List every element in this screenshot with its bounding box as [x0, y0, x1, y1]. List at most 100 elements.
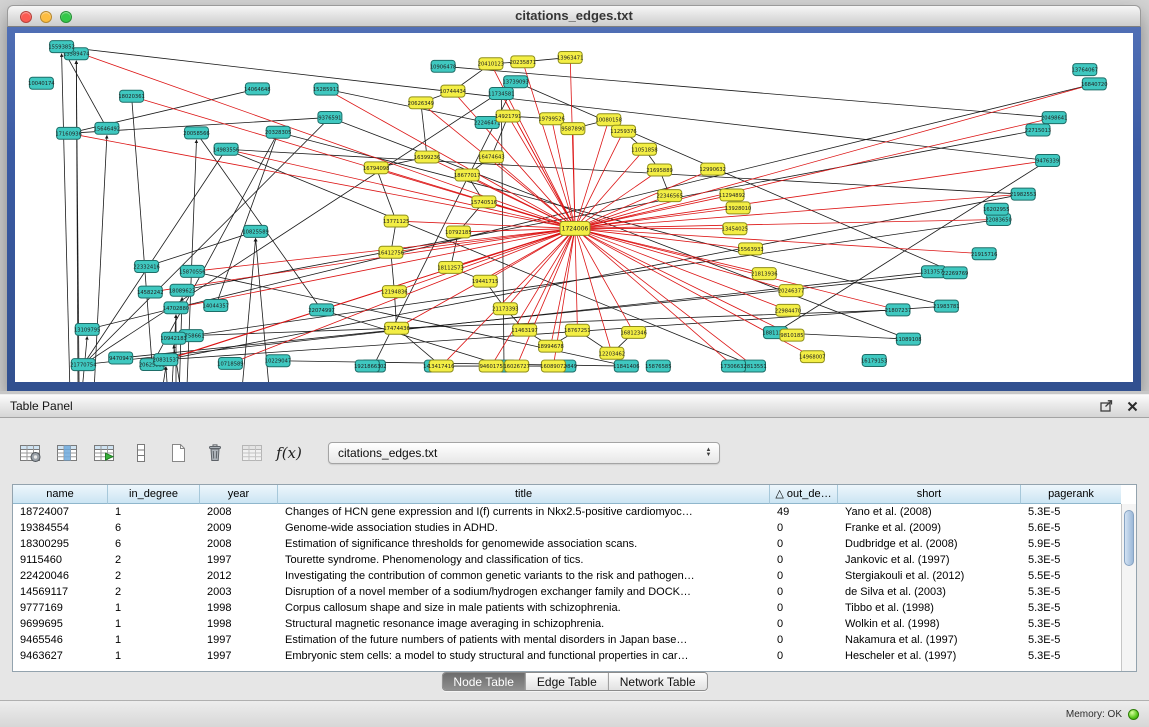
table-cell[interactable]: Structural magnetic resonance image aver… [278, 616, 770, 632]
network-node[interactable]: 15563933 [737, 243, 763, 255]
table-cell[interactable]: 5.3E-5 [1021, 632, 1121, 648]
network-node[interactable]: 13963471 [557, 51, 583, 63]
network-node[interactable]: 16399236 [414, 151, 440, 163]
network-node[interactable]: 12194836 [381, 286, 407, 298]
network-node[interactable]: 22346565 [656, 190, 682, 202]
network-node[interactable]: 18112573 [437, 261, 463, 273]
column-settings-icon[interactable] [16, 440, 44, 466]
table-cell[interactable]: de Silva et al. (2003) [838, 584, 1021, 600]
network-node[interactable]: 10942183 [160, 332, 186, 344]
table-cell[interactable]: 0 [770, 632, 838, 648]
table-selector-dropdown[interactable]: citations_edges.txt ▲▼ [328, 442, 720, 464]
table-cell[interactable]: 9115460 [13, 552, 108, 568]
column-header-pagerank[interactable]: pagerank [1021, 485, 1121, 504]
table-cell[interactable]: 9465546 [13, 632, 108, 648]
network-node[interactable]: 15870556 [179, 265, 205, 277]
network-node[interactable]: 16794098 [363, 162, 389, 174]
table-cell[interactable]: 1997 [200, 632, 278, 648]
table-cell[interactable]: 1 [108, 504, 200, 520]
tab-network-table[interactable]: Network Table [608, 673, 707, 690]
network-node[interactable]: 13928010 [725, 202, 751, 214]
table-cell[interactable]: 0 [770, 600, 838, 616]
table-cell[interactable]: Hescheler et al. (1997) [838, 648, 1021, 664]
minimize-window-icon[interactable] [40, 11, 52, 23]
network-node[interactable]: 10718589 [217, 357, 243, 369]
table-cell[interactable]: 5.3E-5 [1021, 552, 1121, 568]
new-column-icon[interactable] [164, 440, 192, 466]
table-cell[interactable]: 9777169 [13, 600, 108, 616]
table-cell[interactable]: 1998 [200, 600, 278, 616]
network-node[interactable]: 21695889 [646, 164, 672, 176]
table-cell[interactable]: 49 [770, 504, 838, 520]
table-row[interactable]: 969969511998Structural magnetic resonanc… [13, 616, 1121, 632]
column-header-title[interactable]: title [278, 485, 770, 504]
network-node[interactable]: 22332416 [133, 261, 159, 273]
network-node[interactable]: 10825589 [242, 225, 268, 237]
table-cell[interactable]: Disruption of a novel member of a sodium… [278, 584, 770, 600]
network-node[interactable]: 20058566 [183, 127, 209, 139]
network-node[interactable]: 11259376 [610, 125, 636, 137]
network-node[interactable]: 14064648 [244, 83, 270, 95]
network-node[interactable]: 15593852 [48, 41, 74, 53]
network-node[interactable]: 19799526 [538, 113, 564, 125]
table-row[interactable]: 1456911722003Disruption of a novel membe… [13, 584, 1121, 600]
network-node[interactable]: 12203462 [599, 347, 625, 359]
network-node[interactable]: 17160936 [55, 127, 81, 139]
network-node[interactable]: 11294892 [719, 189, 745, 201]
network-node[interactable]: 20235871 [510, 56, 536, 68]
network-node[interactable]: 11463197 [511, 324, 537, 336]
network-node[interactable]: 22984470 [775, 304, 801, 316]
network-node[interactable]: 11841406 [613, 360, 639, 372]
network-node[interactable]: 13739093 [502, 76, 528, 88]
column-header-out_de[interactable]: △ out_de… [770, 485, 838, 504]
network-node[interactable]: 14702880 [163, 302, 189, 314]
table-row[interactable]: 1938455462009Genome-wide association stu… [13, 520, 1121, 536]
network-node[interactable]: 18089623 [169, 284, 195, 296]
table-cell[interactable]: 5.3E-5 [1021, 584, 1121, 600]
table-cell[interactable]: 0 [770, 536, 838, 552]
float-panel-icon[interactable] [1099, 399, 1113, 413]
table-cell[interactable]: 5.5E-5 [1021, 568, 1121, 584]
network-node[interactable]: 13771125 [383, 215, 409, 227]
table-cell[interactable]: 0 [770, 616, 838, 632]
network-node[interactable]: 9470947 [109, 352, 133, 364]
network-node[interactable]: 12990632 [699, 163, 725, 175]
network-node[interactable]: 9376591 [318, 111, 342, 123]
network-node[interactable]: 13764067 [1072, 64, 1098, 76]
network-node[interactable]: 16179153 [861, 354, 887, 366]
table-cell[interactable]: 5.9E-5 [1021, 536, 1121, 552]
table-cell[interactable]: 5.3E-5 [1021, 616, 1121, 632]
close-window-icon[interactable] [20, 11, 32, 23]
table-cell[interactable]: 5.3E-5 [1021, 504, 1121, 520]
network-node[interactable]: 16812346 [620, 326, 646, 338]
table-cell[interactable]: 5.6E-5 [1021, 520, 1121, 536]
table-cell[interactable]: Dudbridge et al. (2008) [838, 536, 1021, 552]
table-cell[interactable]: 1997 [200, 648, 278, 664]
network-node[interactable]: 13454025 [722, 223, 748, 235]
network-node[interactable]: 21915716 [971, 248, 997, 260]
network-node[interactable]: 15876585 [645, 360, 671, 372]
network-node[interactable]: 19441715 [472, 275, 498, 287]
network-node[interactable]: 17306632 [720, 360, 746, 372]
network-node[interactable]: 9460175 [479, 360, 503, 372]
network-node[interactable]: 11089108 [895, 333, 921, 345]
select-columns-icon[interactable] [53, 440, 81, 466]
table-cell[interactable]: Estimation of the future numbers of pati… [278, 632, 770, 648]
network-node[interactable]: 18994678 [537, 340, 563, 352]
table-cell[interactable]: Embryonic stem cells: a model to study s… [278, 648, 770, 664]
function-builder-icon[interactable]: f(x) [275, 440, 303, 466]
network-node[interactable]: 9476339 [1036, 155, 1060, 167]
table-cell[interactable]: Stergiakouli et al. (2012) [838, 568, 1021, 584]
table-row[interactable]: 1830029562008Estimation of significance … [13, 536, 1121, 552]
table-cell[interactable]: 2008 [200, 504, 278, 520]
table-cell[interactable]: 19384554 [13, 520, 108, 536]
network-canvas[interactable]: 2062595214582242156464921071858920831537… [15, 33, 1133, 382]
network-node[interactable]: 16474643 [478, 151, 504, 163]
network-node[interactable]: 1724006 [560, 221, 590, 235]
network-node[interactable]: 14582242 [137, 286, 163, 298]
network-node[interactable]: 13109795 [74, 323, 100, 335]
table-row[interactable]: 911546021997Tourette syndrome. Phenomeno… [13, 552, 1121, 568]
table-cell[interactable]: 2 [108, 584, 200, 600]
network-node[interactable]: 21807237 [885, 304, 911, 316]
table-cell[interactable]: 22420046 [13, 568, 108, 584]
